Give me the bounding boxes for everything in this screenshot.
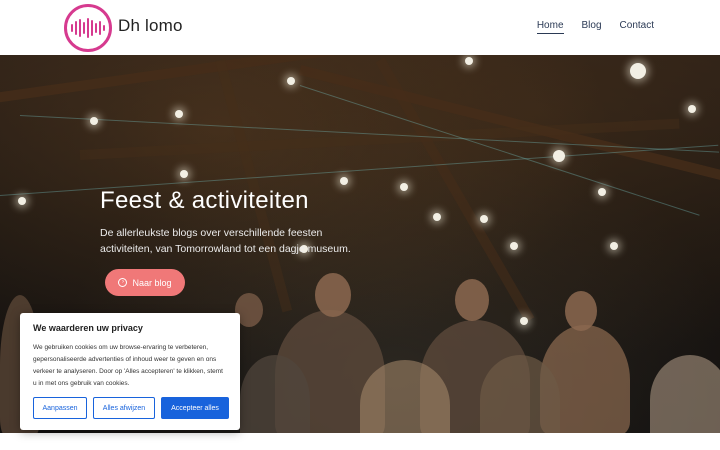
cookie-consent-dialog: We waarderen uw privacy We gebruiken coo… [20, 313, 240, 430]
nav-contact[interactable]: Contact [620, 20, 654, 34]
accept-all-button[interactable]: Accepteer alles [161, 397, 229, 419]
cookie-buttons: Aanpassen Alles afwijzen Accepteer alles [33, 397, 229, 419]
site-logo[interactable] [64, 4, 112, 52]
site-title[interactable]: Dh lomo [118, 16, 183, 36]
arrow-circle-right-icon: › [118, 278, 128, 287]
site-header: Dh lomo Home Blog Contact [0, 0, 720, 55]
hero-title: Feest & activiteiten [100, 187, 309, 214]
nav-home[interactable]: Home [536, 20, 564, 34]
reject-all-button[interactable]: Alles afwijzen [93, 397, 155, 419]
cookie-title: We waarderen uw privacy [33, 323, 143, 333]
nav-blog[interactable]: Blog [582, 20, 602, 34]
cookie-text: We gebruiken cookies om uw browse-ervari… [33, 344, 223, 387]
naar-blog-button[interactable]: › Naar blog [105, 269, 185, 296]
equalizer-icon [71, 17, 105, 39]
main-nav: Home Blog Contact [536, 20, 654, 34]
hero-subtitle: De allerleukste blogs over verschillende… [100, 227, 351, 255]
customize-button[interactable]: Aanpassen [33, 397, 87, 419]
naar-blog-label: Naar blog [132, 277, 172, 288]
